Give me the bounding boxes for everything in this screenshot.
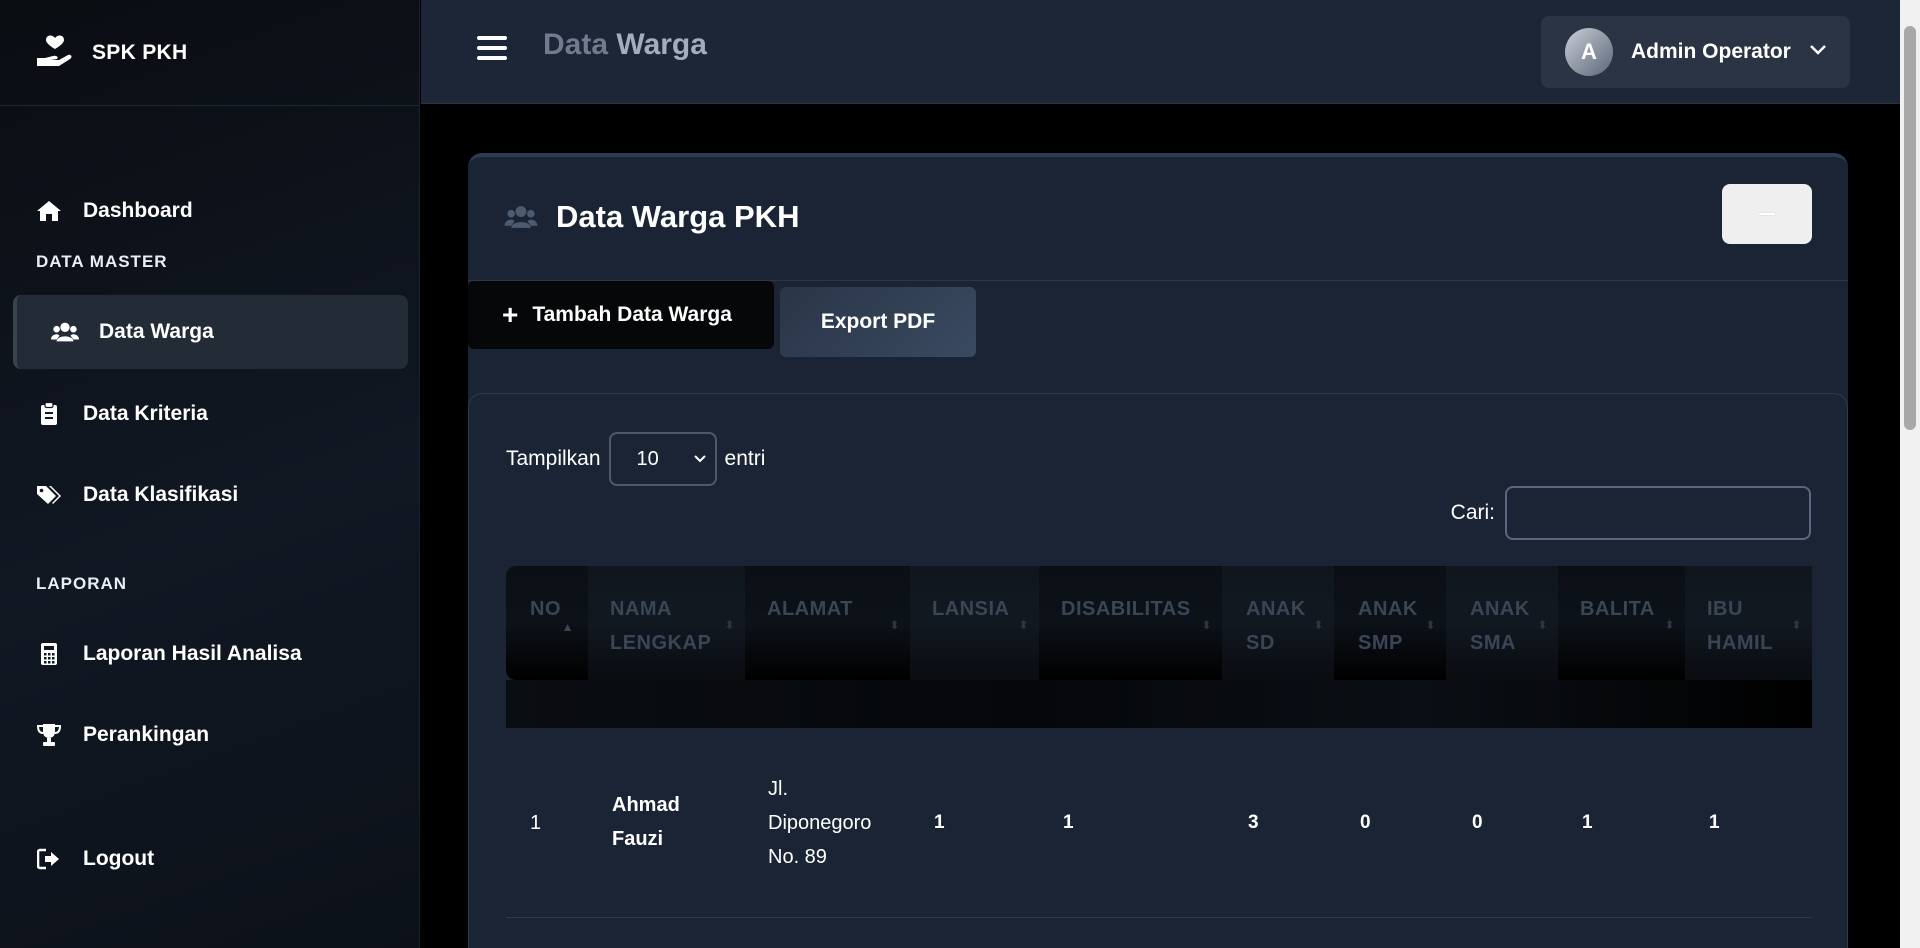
- tags-icon: [35, 481, 63, 509]
- cell-alamat-line: Jl.: [768, 778, 788, 800]
- collapse-button[interactable]: [1722, 184, 1812, 244]
- avatar: A: [1565, 28, 1613, 76]
- page-title: Data Warga: [543, 28, 707, 62]
- users-icon: [51, 318, 79, 346]
- sidebar-item-data-warga[interactable]: Data Warga: [13, 295, 408, 369]
- add-data-warga-button[interactable]: + Tambah Data Warga: [468, 281, 774, 349]
- sort-icon: ⬍: [1018, 618, 1029, 632]
- minus-icon: [1759, 213, 1775, 215]
- calculator-icon: [35, 640, 63, 668]
- sidebar-item-label: Data Klasifikasi: [83, 483, 239, 506]
- sidebar-item-laporan-hasil-analisa[interactable]: Laporan Hasil Analisa: [13, 617, 408, 691]
- sidebar-item-dashboard[interactable]: Dashboard: [13, 174, 408, 248]
- home-icon: [35, 197, 63, 225]
- sidebar-item-data-kriteria[interactable]: Data Kriteria: [13, 377, 408, 451]
- sidebar-heading-laporan: LAPORAN: [36, 574, 128, 593]
- data-table: NO ▲ NAMA LENGKAP ⬍ ALAMAT ⬍ LANSIA ⬍ DI…: [506, 566, 1812, 918]
- column-header-label: DISABILITAS: [1061, 598, 1191, 620]
- sidebar-item-label: Laporan Hasil Analisa: [83, 642, 302, 665]
- cell-disabilitas: 1: [1063, 812, 1074, 833]
- sort-asc-icon: ▲: [561, 620, 574, 634]
- sidebar-item-label: Perankingan: [83, 723, 210, 746]
- search-control: Cari:: [1451, 486, 1811, 540]
- card-title: Data Warga PKH: [556, 199, 800, 234]
- sort-icon: ⬍: [1425, 618, 1436, 632]
- cell-no: 1: [530, 812, 542, 834]
- sort-icon: ⬍: [1791, 618, 1802, 632]
- search-label: Cari:: [1450, 501, 1495, 524]
- column-header-ibu-hamil[interactable]: IBU HAMIL ⬍: [1685, 566, 1812, 680]
- sort-icon: ⬍: [1313, 618, 1324, 632]
- scrollbar-thumb[interactable]: [1904, 26, 1916, 430]
- column-header-label: NO: [530, 598, 561, 620]
- table-header: NO ▲ NAMA LENGKAP ⬍ ALAMAT ⬍ LANSIA ⬍ DI…: [506, 566, 1812, 680]
- cell-nama-line: Fauzi: [612, 828, 664, 850]
- hamburger-menu-icon[interactable]: [477, 36, 507, 66]
- sort-icon: ⬍: [889, 618, 900, 632]
- sidebar-heading-data-master: DATA MASTER: [36, 252, 168, 271]
- sidebar-item-label: Dashboard: [83, 199, 193, 222]
- hand-heart-icon: [34, 32, 76, 74]
- table-header-filler: [506, 680, 1812, 728]
- plus-icon: +: [502, 299, 519, 330]
- cell-ibu-hamil: 1: [1709, 812, 1720, 833]
- cell-balita: 1: [1582, 812, 1593, 833]
- column-header-disabilitas[interactable]: DISABILITAS ⬍: [1039, 566, 1222, 680]
- page-title-part1: Data: [543, 28, 609, 61]
- column-header-no[interactable]: NO ▲: [506, 566, 588, 680]
- data-warga-card: Data Warga PKH + Tambah Data Warga Expor…: [468, 153, 1848, 948]
- sidebar-item-label: Logout: [83, 847, 155, 870]
- sort-icon: ⬍: [1201, 618, 1212, 632]
- brand[interactable]: SPK PKH: [0, 0, 419, 106]
- page-scrollbar[interactable]: [1900, 0, 1920, 948]
- cell-anak-smp: 0: [1360, 812, 1371, 833]
- column-header-anak-sd[interactable]: ANAK SD ⬍: [1222, 566, 1334, 680]
- sort-icon: ⬍: [1537, 618, 1548, 632]
- card-header: Data Warga PKH: [468, 157, 1848, 281]
- column-header-lansia[interactable]: LANSIA ⬍: [910, 566, 1039, 680]
- user-name: Admin Operator: [1631, 40, 1791, 63]
- sidebar-item-label: Data Kriteria: [83, 402, 208, 425]
- sort-icon: ⬍: [1664, 618, 1675, 632]
- sidebar-item-logout[interactable]: Logout: [13, 822, 408, 896]
- sidebar-item-label: Data Warga: [99, 320, 214, 343]
- table-container: Tampilkan 10 entri Cari: NO ▲ NAMA LENGK…: [468, 393, 1848, 948]
- entries-length-control: Tampilkan 10 entri: [506, 432, 765, 486]
- column-header-nama-lengkap[interactable]: NAMA LENGKAP ⬍: [588, 566, 745, 680]
- cell-alamat: Jl. Diponegoro No. 89: [768, 772, 871, 874]
- column-header-anak-sma[interactable]: ANAK SMA ⬍: [1446, 566, 1558, 680]
- column-header-alamat[interactable]: ALAMAT ⬍: [745, 566, 910, 680]
- cell-alamat-line: No. 89: [768, 846, 827, 868]
- column-header-balita[interactable]: BALITA ⬍: [1558, 566, 1685, 680]
- cell-nama: Ahmad Fauzi: [612, 788, 680, 856]
- column-header-anak-smp[interactable]: ANAK SMP ⬍: [1334, 566, 1446, 680]
- table-row[interactable]: 1 Ahmad Fauzi Jl. Diponegoro No. 89 1 1 …: [506, 728, 1812, 918]
- entries-label: entri: [724, 447, 766, 470]
- sidebar-item-data-klasifikasi[interactable]: Data Klasifikasi: [13, 458, 408, 532]
- entries-select[interactable]: 10: [608, 432, 717, 486]
- sidebar-item-perankingan[interactable]: Perankingan: [13, 698, 408, 772]
- users-icon: [504, 205, 538, 234]
- chevron-down-icon: [693, 455, 706, 463]
- export-pdf-button[interactable]: Export PDF: [780, 287, 976, 357]
- show-label: Tampilkan: [506, 447, 601, 470]
- trophy-icon: [35, 721, 63, 749]
- sort-icon: ⬍: [724, 618, 735, 632]
- logout-icon: [35, 845, 63, 873]
- cell-alamat-line: Diponegoro: [768, 812, 872, 834]
- cell-nama-line: Ahmad: [612, 794, 680, 816]
- brand-name: SPK PKH: [92, 40, 188, 64]
- cell-anak-sma: 0: [1472, 812, 1483, 833]
- cell-anak-sd: 3: [1248, 812, 1259, 833]
- add-button-label: Tambah Data Warga: [532, 303, 732, 326]
- entries-select-value: 10: [636, 447, 659, 470]
- topbar: Data Warga A Admin Operator: [421, 0, 1900, 104]
- page-title-part2: Warga: [616, 28, 707, 61]
- clipboard-icon: [35, 400, 63, 428]
- chevron-down-icon: [1809, 43, 1827, 61]
- sidebar: SPK PKH Dashboard DATA MASTER Data Warga…: [0, 0, 420, 948]
- user-menu[interactable]: A Admin Operator: [1541, 16, 1850, 88]
- search-input[interactable]: [1505, 486, 1811, 540]
- cell-lansia: 1: [934, 812, 945, 833]
